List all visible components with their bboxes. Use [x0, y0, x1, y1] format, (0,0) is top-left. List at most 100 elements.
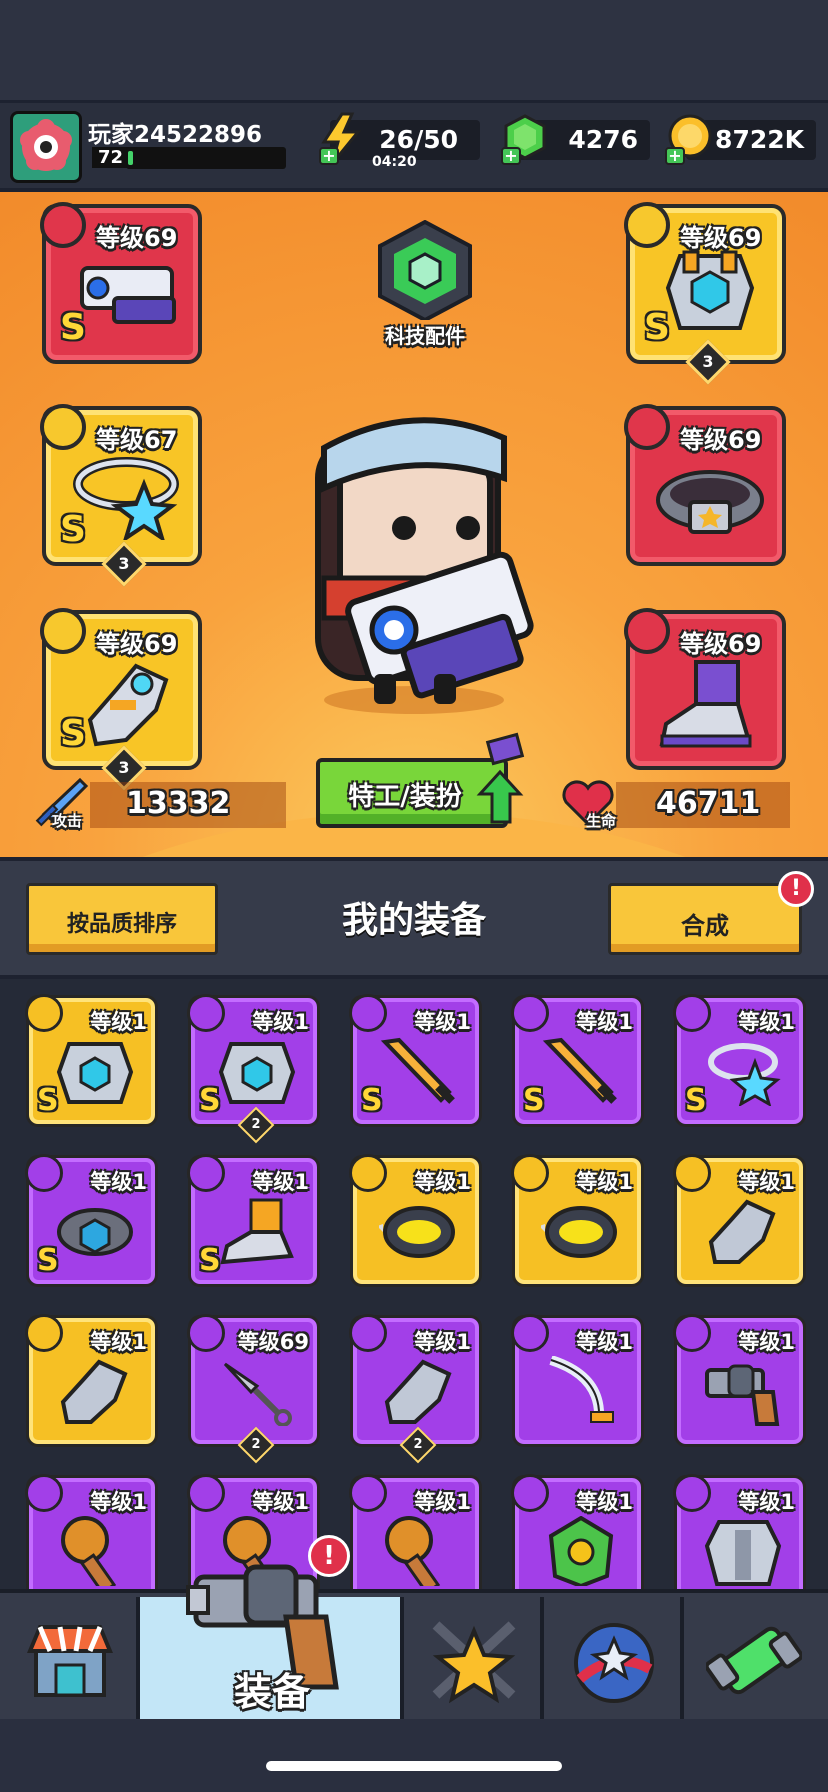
equip-slot-boots[interactable]: 等级69 — [624, 608, 786, 770]
tab-equipment[interactable]: 装备 — [140, 1564, 404, 1719]
inventory-item-leaf-armor[interactable]: 等级1 — [511, 1474, 644, 1589]
slot-type-badge-icon — [511, 1154, 549, 1192]
item-level: 等级1 — [252, 1010, 309, 1034]
svg-text:+: + — [322, 146, 335, 165]
item-count: 2 — [413, 1437, 423, 1452]
tab-battle[interactable] — [404, 1597, 544, 1719]
inventory-item-gauntlet[interactable]: 等级1 — [25, 1314, 158, 1447]
item-level: 等级1 — [576, 1490, 633, 1514]
inventory-item-necklace[interactable]: 等级1 S — [673, 994, 806, 1127]
inventory-item-spiked-collar[interactable]: 等级1 — [511, 1154, 644, 1287]
hex-chip-icon — [378, 219, 472, 323]
inventory-item-spiked-collar[interactable]: 等级1 — [349, 1154, 482, 1287]
tech-parts-button[interactable]: 科技配件 — [360, 219, 490, 350]
sort-by-quality-button[interactable]: 按品质排序 — [26, 883, 218, 955]
inventory-grid: 等级1 S 等级1 S 2 等级1 S 等级1 S 等级1 S 等级1 S 等级1 S 等级1 等级1 等级1 等级… — [0, 979, 828, 1589]
energy-plus-icon[interactable]: + — [318, 112, 364, 166]
item-level: 等级1 — [252, 1170, 309, 1194]
armor-badge-icon — [624, 202, 670, 248]
inventory-item-sword[interactable]: 等级1 S — [349, 994, 482, 1127]
slot-type-badge-icon — [25, 1314, 63, 1352]
inventory-item-revolver[interactable]: 等级1 — [673, 1314, 806, 1447]
glove-badge-icon — [40, 608, 86, 654]
tab-talents[interactable] — [544, 1597, 684, 1719]
inventory-item-steel-armor[interactable]: 等级1 — [673, 1474, 806, 1589]
shop-icon — [27, 1625, 113, 1697]
item-level: 等级1 — [90, 1010, 147, 1034]
gem-plus-icon[interactable]: + — [500, 112, 550, 166]
svg-text:+: + — [668, 146, 681, 165]
gauntlet-icon — [60, 1359, 128, 1424]
grade-label: S — [60, 713, 86, 754]
inventory-toolbar: 按品质排序 我的装备 合成 ! — [0, 857, 828, 979]
equip-slot-belt[interactable]: 等级69 — [624, 404, 786, 566]
inventory-item-gauntlet[interactable]: 等级1 2 — [349, 1314, 482, 1464]
player-avatar[interactable] — [10, 111, 82, 183]
sort-button-label: 按品质排序 — [66, 912, 177, 937]
slot-type-badge-icon — [349, 994, 387, 1032]
xp-bar — [126, 147, 286, 169]
item-level: 等级1 — [738, 1170, 795, 1194]
inventory-item-kunai[interactable]: 等级69 2 — [187, 1314, 320, 1464]
item-level: 等级1 — [252, 1490, 309, 1514]
slot-level: 等级69 — [96, 224, 178, 252]
inventory-item-boots[interactable]: 等级1 S — [187, 1154, 320, 1287]
slot-type-badge-icon — [349, 1154, 387, 1192]
inventory-item-armor[interactable]: 等级1 S — [25, 994, 158, 1127]
inventory-item-torch[interactable]: 等级1 — [349, 1474, 482, 1589]
attack-stat: 攻击 13332 — [30, 777, 286, 830]
blaster-icon — [80, 266, 176, 324]
leaf-armor-icon — [548, 1516, 614, 1586]
count-badge: 3 — [685, 339, 731, 385]
equip-slot-necklace[interactable]: 等级67 S 3 — [40, 404, 202, 587]
gun-badge-icon — [40, 202, 86, 248]
inventory-item-saber[interactable]: 等级1 — [511, 1314, 644, 1447]
tab-shop[interactable] — [0, 1597, 140, 1719]
item-level: 等级1 — [414, 1010, 471, 1034]
status-bar — [0, 0, 828, 100]
merge-button[interactable]: 合成 — [608, 883, 802, 955]
gauntlet-icon — [708, 1199, 776, 1264]
item-grade: S — [37, 1083, 59, 1118]
tab-lab[interactable] — [684, 1597, 828, 1719]
slot-type-badge-icon — [673, 994, 711, 1032]
grade-label: S — [644, 307, 670, 348]
equip-slot-armor[interactable]: 等级69 S 3 — [624, 202, 786, 385]
belt-icon — [57, 1208, 133, 1256]
inventory-item-sword[interactable]: 等级1 S — [511, 994, 644, 1127]
equip-slot-gloves[interactable]: 等级69 S 3 — [40, 608, 202, 791]
inventory-item-belt[interactable]: 等级1 S — [25, 1154, 158, 1287]
tech-parts-label: 科技配件 — [385, 324, 465, 348]
sword-icon — [380, 1037, 455, 1104]
sword-icon — [542, 1037, 617, 1104]
home-indicator-area — [0, 1719, 828, 1792]
equip-slot-weapon[interactable]: 等级69 S — [40, 202, 202, 364]
inventory-title: 我的装备 — [341, 900, 486, 941]
player-name: 玩家24522896 — [88, 122, 263, 148]
item-level: 等级1 — [738, 1330, 795, 1354]
item-count-badge: 2 — [399, 1426, 437, 1464]
count-value: 3 — [118, 554, 130, 573]
character-panel: 科技配件 等级69 S 等级69 S 3 等级67 S 3 等级69 等级69 … — [0, 192, 828, 857]
inventory-item-armor[interactable]: 等级1 S 2 — [187, 994, 320, 1144]
tab-equipment-label: 装备 — [233, 1670, 310, 1714]
item-level: 等级1 — [738, 1490, 795, 1514]
item-grade: S — [685, 1083, 707, 1118]
item-grade: S — [37, 1243, 59, 1278]
home-indicator[interactable] — [266, 1761, 562, 1771]
agent-outfit-button[interactable]: 特工/装扮 — [316, 732, 525, 828]
equipment-alert-badge: ! — [308, 1535, 350, 1577]
hp-value: 46711 — [656, 786, 761, 821]
slot-type-badge-icon — [25, 1474, 63, 1512]
item-grade: S — [199, 1083, 221, 1118]
inventory-item-gauntlet[interactable]: 等级1 — [673, 1154, 806, 1287]
count-badge: 3 — [101, 541, 147, 587]
item-level: 等级69 — [237, 1330, 309, 1354]
agent-button-label: 特工/装扮 — [348, 782, 462, 812]
upgrade-hat-icon — [476, 732, 525, 824]
inventory-item-torch[interactable]: 等级1 — [25, 1474, 158, 1589]
slot-level: 等级69 — [680, 426, 762, 454]
coin-plus-icon[interactable]: + — [664, 112, 714, 166]
item-count: 2 — [251, 1437, 261, 1452]
hp-stat: 生命 46711 — [560, 780, 790, 830]
